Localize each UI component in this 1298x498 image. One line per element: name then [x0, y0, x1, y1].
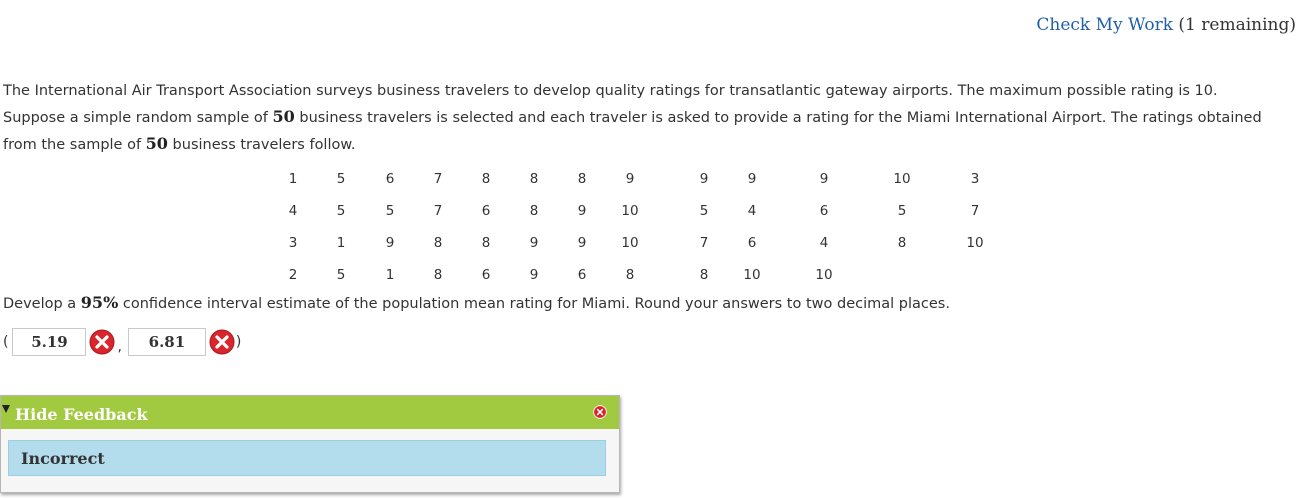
question-line-3-end: business travelers follow.	[167, 137, 356, 153]
table-cell: 8	[529, 203, 539, 219]
table-cell: 9	[385, 235, 395, 251]
hide-feedback-toggle[interactable]: Hide Feedback	[15, 405, 148, 424]
upper-bound-input[interactable]: 6.81	[127, 328, 206, 356]
remaining-count: (1 remaining)	[1173, 15, 1296, 35]
prompt-end: confidence interval estimate of the popu…	[118, 296, 950, 312]
feedback-message-box: Incorrect	[8, 440, 606, 476]
question-text: The International Air Transport Associat…	[3, 78, 1298, 158]
sample-size-number: 50	[145, 134, 168, 153]
table-cell: 6	[481, 203, 491, 219]
table-cell: 9	[819, 171, 829, 187]
table-cell: 10	[815, 267, 833, 283]
question-line-2: Suppose a simple random sample of 50 bus…	[3, 104, 1298, 131]
table-cell: 5	[336, 203, 346, 219]
table-cell: 3	[970, 171, 980, 187]
sample-size-number: 50	[272, 107, 295, 126]
table-cell: 7	[970, 203, 980, 219]
table-cell: 6	[747, 235, 757, 251]
table-cell: 1	[385, 267, 395, 283]
table-cell: 8	[481, 235, 491, 251]
answer-row: ( 5.19 , 6.81 )	[3, 326, 241, 358]
table-cell: 8	[897, 235, 907, 251]
close-paren: )	[235, 334, 242, 350]
table-cell: 8	[529, 171, 539, 187]
table-cell: 4	[747, 203, 757, 219]
table-cell: 5	[699, 203, 709, 219]
table-cell: 8	[625, 267, 635, 283]
table-cell: 7	[433, 171, 443, 187]
interval-comma: ,	[117, 339, 122, 355]
table-cell: 6	[577, 267, 587, 283]
table-cell: 9	[699, 171, 709, 187]
question-line-3-start: from the sample of	[3, 137, 146, 153]
prompt-start: Develop a	[3, 296, 81, 312]
table-cell: 10	[621, 235, 639, 251]
table-cell: 10	[966, 235, 984, 251]
question-line-1: The International Air Transport Associat…	[3, 83, 1218, 99]
table-cell: 8	[433, 235, 443, 251]
table-cell: 5	[336, 267, 346, 283]
incorrect-x-icon	[89, 329, 115, 355]
table-cell: 5	[897, 203, 907, 219]
table-cell: 1	[288, 171, 298, 187]
table-cell: 9	[529, 235, 539, 251]
table-cell: 8	[577, 171, 587, 187]
table-cell: 5	[336, 171, 346, 187]
table-cell: 5	[385, 203, 395, 219]
table-cell: 10	[743, 267, 761, 283]
table-cell: 9	[747, 171, 757, 187]
question-line-2-end: business travelers is selected and each …	[294, 110, 1262, 126]
table-cell: 10	[621, 203, 639, 219]
question-line-2-start: Suppose a simple random sample of	[3, 110, 273, 126]
close-feedback-icon[interactable]	[593, 405, 607, 419]
table-cell: 6	[385, 171, 395, 187]
table-cell: 1	[336, 235, 346, 251]
table-cell: 7	[433, 203, 443, 219]
table-cell: 8	[433, 267, 443, 283]
question-line-3: from the sample of 50 business travelers…	[3, 131, 1298, 158]
table-cell: 7	[699, 235, 709, 251]
table-cell: 8	[699, 267, 709, 283]
collapse-triangle-icon[interactable]	[2, 405, 10, 413]
feedback-message: Incorrect	[21, 449, 105, 468]
table-cell: 9	[577, 203, 587, 219]
table-cell: 9	[577, 235, 587, 251]
table-cell: 8	[481, 171, 491, 187]
confidence-interval-prompt: Develop a 95% confidence interval estima…	[3, 291, 950, 316]
lower-bound-input[interactable]: 5.19	[12, 328, 87, 356]
open-paren: (	[3, 334, 9, 350]
table-cell: 9	[625, 171, 635, 187]
check-my-work-link[interactable]: Check My Work	[1036, 15, 1173, 35]
table-cell: 6	[481, 267, 491, 283]
table-cell: 9	[529, 267, 539, 283]
incorrect-x-icon	[209, 329, 235, 355]
feedback-header: Hide Feedback	[1, 396, 619, 429]
table-cell: 2	[288, 267, 298, 283]
table-cell: 6	[819, 203, 829, 219]
feedback-panel: Hide Feedback Incorrect	[0, 395, 620, 493]
table-cell: 3	[288, 235, 298, 251]
check-my-work-area: Check My Work (1 remaining)	[1036, 15, 1296, 35]
confidence-level: 95%	[80, 293, 119, 312]
table-cell: 10	[893, 171, 911, 187]
table-cell: 4	[288, 203, 298, 219]
table-cell: 4	[819, 235, 829, 251]
